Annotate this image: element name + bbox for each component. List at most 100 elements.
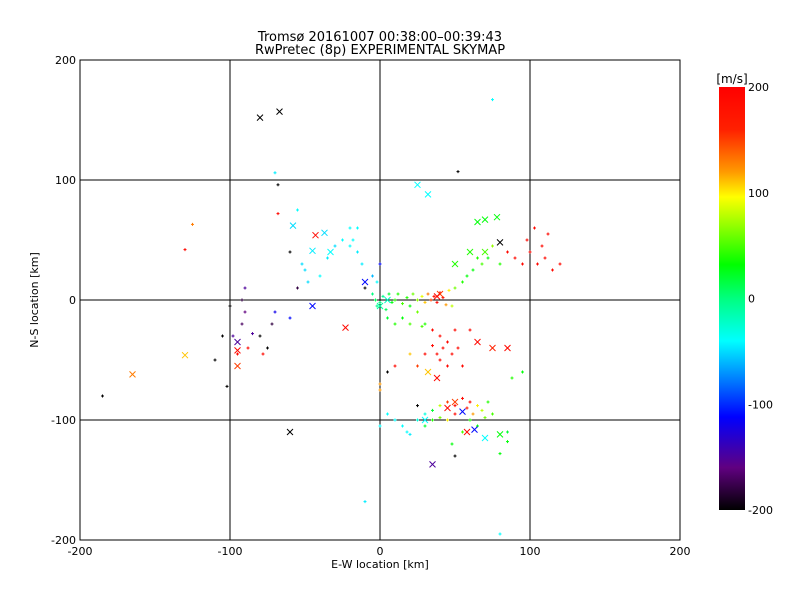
data-point <box>543 256 547 260</box>
data-point <box>225 384 229 388</box>
data-cross <box>471 426 478 433</box>
data-point <box>416 364 419 368</box>
y-tick-label: -100 <box>51 414 76 427</box>
data-point <box>360 262 364 266</box>
data-point <box>461 396 464 400</box>
data-cross <box>286 428 294 436</box>
data-point <box>401 316 404 320</box>
y-axis-label: N-S location [km] <box>28 252 41 348</box>
data-point <box>390 300 394 304</box>
data-point <box>401 424 404 428</box>
data-marks <box>101 98 562 536</box>
data-point <box>438 416 442 420</box>
data-point <box>546 232 550 236</box>
data-point <box>446 418 449 422</box>
data-point <box>378 262 382 266</box>
data-point <box>378 382 382 386</box>
data-point <box>405 430 409 434</box>
data-point <box>191 222 194 226</box>
data-point <box>416 310 419 314</box>
data-point <box>101 394 104 398</box>
data-cross <box>433 374 441 382</box>
data-cross <box>451 260 459 268</box>
data-point <box>270 322 274 326</box>
colorbar-tick-label: -100 <box>748 398 773 411</box>
data-point <box>483 416 487 420</box>
axis-ticks: -200 -100 0 100 200-200-1000100200 <box>51 54 690 558</box>
data-point <box>476 256 479 260</box>
data-point <box>408 432 412 436</box>
data-point <box>416 298 419 302</box>
data-point <box>411 292 415 296</box>
data-point <box>453 412 457 416</box>
data-point <box>416 418 419 422</box>
data-point <box>405 296 409 300</box>
data-cross <box>429 461 436 468</box>
data-point <box>378 300 382 304</box>
data-point <box>300 262 304 266</box>
data-cross <box>444 404 451 412</box>
y-tick-label: 0 <box>69 294 76 307</box>
data-point <box>423 424 427 428</box>
data-point <box>381 294 385 298</box>
data-point <box>450 304 454 308</box>
data-point <box>453 328 457 332</box>
data-point <box>375 304 379 308</box>
data-point <box>386 316 389 320</box>
data-point <box>371 274 374 278</box>
data-cross <box>234 362 241 370</box>
data-point <box>431 344 434 348</box>
data-point <box>444 303 448 307</box>
data-point <box>456 170 460 174</box>
data-point <box>446 340 449 344</box>
data-point <box>533 226 536 230</box>
data-point <box>461 280 464 284</box>
colorbar-tick-label: -200 <box>748 504 773 517</box>
data-point <box>393 364 397 368</box>
data-point <box>261 352 265 356</box>
colorbar-tick-label: 0 <box>748 293 755 306</box>
data-point <box>276 183 280 187</box>
data-cross <box>327 248 334 256</box>
data-point <box>408 322 412 326</box>
data-point <box>438 358 442 362</box>
data-point <box>351 238 355 242</box>
data-cross <box>504 344 511 352</box>
colorbar-tick-label: 200 <box>748 81 769 94</box>
data-cross <box>474 338 481 346</box>
x-tick-label: -100 <box>218 545 243 558</box>
data-point <box>540 244 544 248</box>
data-point <box>438 404 442 408</box>
data-cross <box>309 247 316 255</box>
data-point <box>393 298 397 302</box>
data-point <box>486 256 490 260</box>
data-point <box>363 286 367 290</box>
chart-subtitle: RwPretec (8p) EXPERIMENTAL SKYMAP <box>255 43 505 58</box>
data-point <box>453 454 457 458</box>
data-point <box>408 352 412 356</box>
data-point <box>558 262 562 266</box>
data-point <box>480 408 484 412</box>
data-point <box>486 400 490 404</box>
data-point <box>510 376 514 380</box>
data-point <box>423 322 427 326</box>
data-point <box>356 226 359 230</box>
data-point <box>378 424 382 428</box>
data-point <box>306 280 310 284</box>
data-point <box>435 352 439 356</box>
data-point <box>243 286 247 290</box>
data-point <box>450 352 454 356</box>
data-cross <box>424 368 432 376</box>
data-cross <box>474 218 481 226</box>
y-tick-label: -200 <box>51 534 76 547</box>
data-point <box>480 262 484 266</box>
data-point <box>513 256 517 260</box>
data-cross <box>459 408 466 415</box>
data-point <box>498 262 502 266</box>
data-point <box>371 292 374 296</box>
data-point <box>465 274 469 278</box>
data-point <box>341 238 344 242</box>
data-cross <box>234 338 241 346</box>
data-point <box>536 262 539 266</box>
data-cross <box>276 108 283 115</box>
